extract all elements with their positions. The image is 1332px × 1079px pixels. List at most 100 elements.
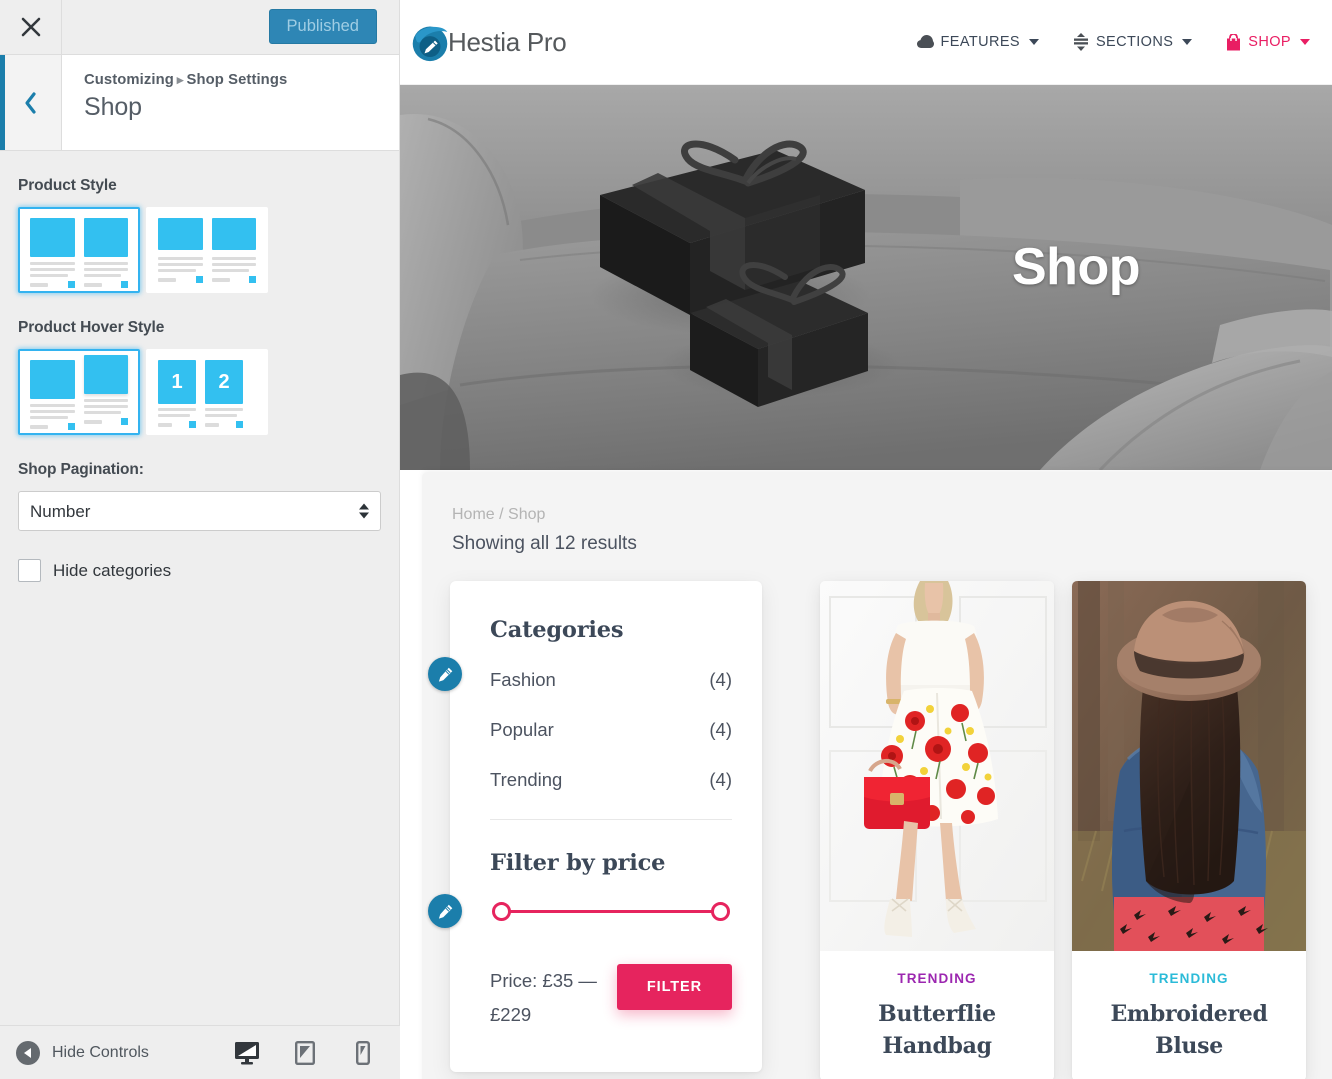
panel-titles: Customizing ▸ Shop Settings Shop (62, 55, 287, 150)
breadcrumb-home-link[interactable]: Home (452, 506, 495, 523)
hero-background-image (400, 85, 1332, 470)
breadcrumb-separator-icon: ▸ (176, 72, 184, 87)
edit-price-widget-button[interactable] (428, 894, 462, 928)
category-label: Fashion (490, 669, 556, 690)
product-category[interactable]: TRENDING (1084, 971, 1294, 986)
product-style-options (18, 207, 381, 293)
nav-item-sections[interactable]: SECTIONS (1073, 33, 1193, 51)
thumb-image (30, 360, 75, 399)
category-item-trending[interactable]: Trending (4) (490, 769, 732, 791)
nav-item-shop[interactable]: SHOP (1226, 33, 1310, 51)
product-title[interactable]: Embroidered Bluse (1084, 999, 1294, 1063)
back-button[interactable] (0, 55, 62, 150)
site-header: Hestia Pro FEATURES SECTIONS SHOP (400, 0, 1332, 85)
nav-label: SHOP (1248, 34, 1291, 50)
category-count: (4) (709, 719, 732, 740)
thumb-card-hovered (83, 355, 128, 425)
site-preview-pane: Hestia Pro FEATURES SECTIONS SHOP Shop H… (400, 0, 1332, 1079)
breadcrumb-current: Shop (508, 506, 546, 523)
site-title: Hestia Pro (448, 26, 567, 57)
product-hover-style-label: Product Hover Style (18, 319, 165, 336)
shop-pagination-select[interactable]: Number (18, 491, 381, 531)
preview-tablet-button[interactable] (290, 1038, 320, 1068)
price-slider-track (500, 910, 722, 913)
thumb-card (158, 218, 203, 283)
thumb-card (83, 218, 128, 288)
customizer-controls: Product Style Product Hover Style 1 2 Sh… (0, 151, 399, 582)
hover-style-option-swap[interactable] (18, 349, 140, 435)
pencil-icon (438, 904, 452, 919)
customizer-topbar: Published (0, 0, 399, 55)
product-photo-2 (1072, 581, 1306, 951)
breadcrumb-root: Customizing (84, 72, 174, 88)
hide-categories-row[interactable]: Hide categories (18, 559, 381, 582)
price-widget-title: Filter by price (490, 850, 666, 876)
thumb-card: 1 (158, 360, 196, 428)
chevron-left-icon (25, 91, 36, 114)
collapse-arrow-icon (16, 1040, 40, 1065)
close-icon (21, 17, 40, 37)
edit-categories-widget-button[interactable] (428, 657, 462, 691)
nav-label: FEATURES (940, 34, 1020, 50)
thumb-image (211, 218, 256, 250)
widget-divider (490, 819, 732, 820)
product-title[interactable]: Butterflie Handbag (832, 999, 1042, 1063)
mobile-icon (356, 1040, 370, 1065)
filter-button[interactable]: FILTER (616, 964, 732, 1010)
shop-content: Home / Shop Showing all 12 results Categ (422, 472, 1332, 1079)
device-preview-switcher (232, 1038, 400, 1068)
result-count: Showing all 12 results (452, 533, 637, 554)
customizer-screen: Published Customizing ▸ Shop Settings Shop… (0, 0, 1332, 1079)
preview-mobile-button[interactable] (348, 1038, 378, 1068)
nav-label: SECTIONS (1095, 34, 1174, 50)
shop-pagination-label: Shop Pagination: (18, 461, 144, 478)
close-customizer-button[interactable] (0, 0, 62, 54)
pencil-icon (438, 667, 452, 682)
hide-categories-label: Hide categories (53, 560, 172, 580)
category-label: Popular (490, 719, 554, 740)
product-style-option-boxed[interactable] (18, 207, 140, 293)
shopping-bag-icon (1227, 33, 1241, 50)
breadcrumb-current: Shop Settings (186, 72, 288, 88)
nav-item-features[interactable]: FEATURES (916, 34, 1039, 50)
category-count: (4) (709, 769, 732, 790)
hide-controls-button[interactable]: Hide Controls (0, 1040, 149, 1065)
hover-style-option-numbered[interactable]: 1 2 (146, 349, 268, 435)
publish-button[interactable]: Published (268, 9, 377, 45)
thumb-image (30, 218, 75, 257)
thumb-card (30, 218, 75, 288)
page-title: Shop (84, 93, 142, 121)
price-range-slider[interactable] (492, 902, 730, 922)
thumb-badge-1: 1 (158, 360, 196, 404)
product-image (1072, 581, 1306, 951)
shop-grid: Categories Fashion (4) Popular (4) Trend… (422, 581, 1332, 1079)
product-style-option-plain[interactable] (146, 207, 268, 293)
product-hover-style-options: 1 2 (18, 349, 381, 435)
thumb-image (83, 218, 128, 257)
chevron-down-icon (1028, 39, 1039, 45)
product-card-embroidered-bluse[interactable]: TRENDING Embroidered Bluse (1072, 581, 1306, 1079)
desktop-icon (235, 1041, 259, 1064)
price-slider-handle-max[interactable] (711, 902, 730, 921)
price-slider-handle-min[interactable] (492, 902, 511, 921)
site-navigation: FEATURES SECTIONS SHOP (916, 33, 1310, 51)
thumb-card: 2 (205, 360, 243, 428)
thumb-card (30, 360, 75, 430)
product-card-butterflie-handbag[interactable]: TRENDING Butterflie Handbag (820, 581, 1054, 1079)
category-item-fashion[interactable]: Fashion (4) (490, 669, 732, 691)
category-label: Trending (490, 769, 563, 790)
preview-desktop-button[interactable] (232, 1038, 262, 1068)
hero-title: Shop (1012, 238, 1140, 296)
product-style-label: Product Style (18, 177, 117, 194)
category-count: (4) (709, 669, 732, 690)
control-product-hover-style: Product Hover Style 1 2 (18, 319, 381, 435)
site-brand[interactable]: Hestia Pro (410, 21, 567, 63)
breadcrumb-divider: / (499, 506, 504, 523)
hide-categories-checkbox[interactable] (18, 559, 41, 582)
shop-breadcrumb: Home / Shop (422, 506, 1332, 524)
category-item-popular[interactable]: Popular (4) (490, 719, 732, 741)
control-shop-pagination: Shop Pagination: Number (18, 461, 381, 531)
sections-icon (1073, 33, 1088, 51)
cloud-icon (916, 35, 934, 48)
product-category[interactable]: TRENDING (832, 971, 1042, 986)
